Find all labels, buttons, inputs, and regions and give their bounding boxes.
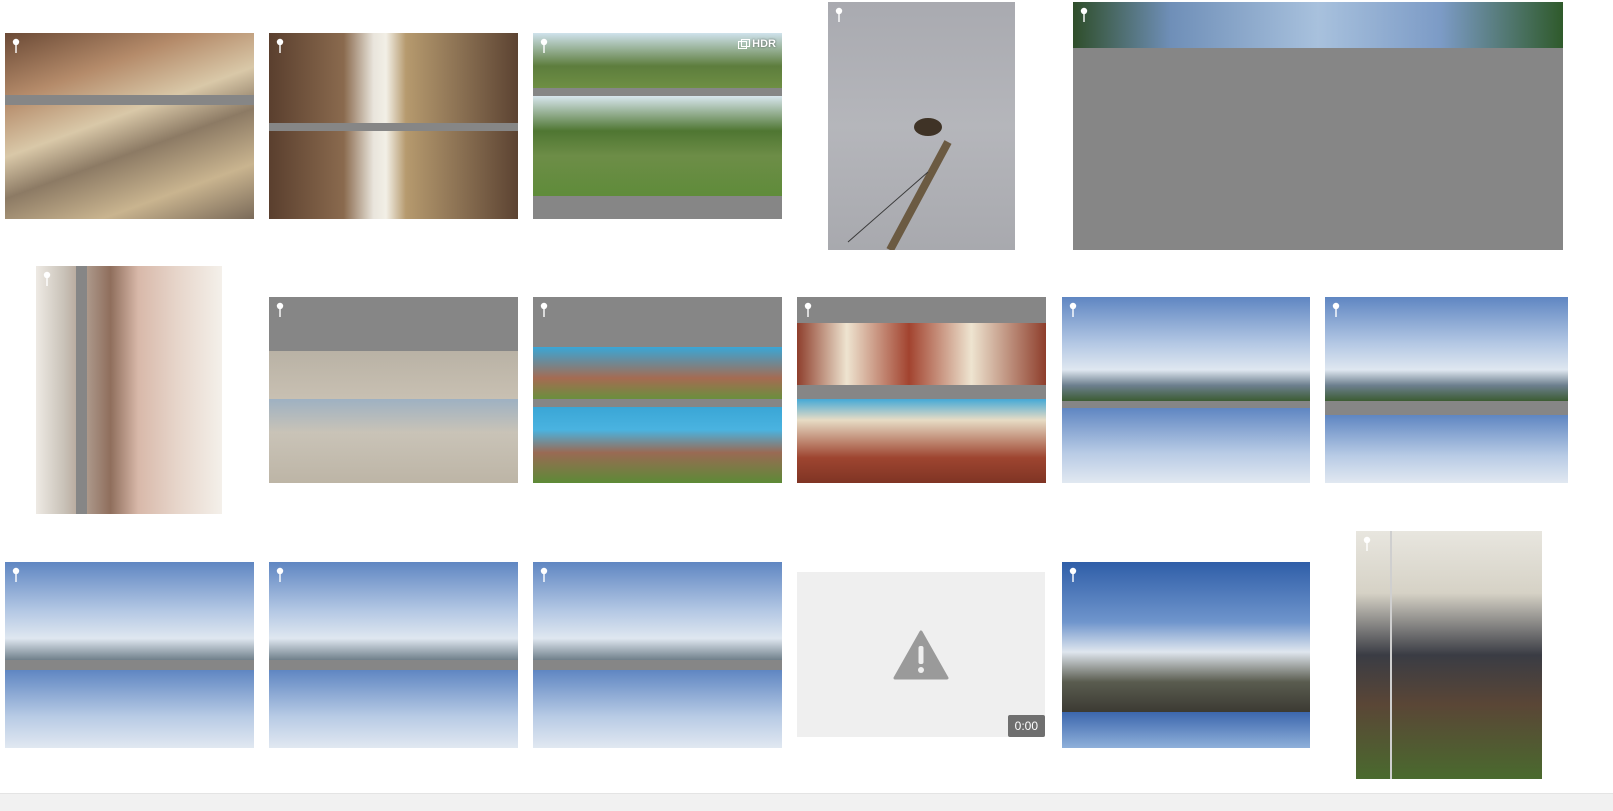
bird-silhouette xyxy=(847,118,952,250)
location-pin-icon xyxy=(1332,302,1340,317)
video-duration: 0:00 xyxy=(1007,715,1045,737)
location-pin-icon xyxy=(276,38,284,53)
location-pin-icon xyxy=(12,567,20,582)
warning-icon xyxy=(893,630,949,679)
location-pin-icon xyxy=(1069,302,1077,317)
photo-tile[interactable] xyxy=(1073,2,1563,250)
photo-tile[interactable] xyxy=(1325,297,1568,483)
location-pin-icon xyxy=(540,302,548,317)
location-pin-icon xyxy=(43,271,51,286)
location-pin-icon xyxy=(804,302,812,317)
photo-tile[interactable] xyxy=(1062,297,1310,483)
location-pin-icon xyxy=(540,567,548,582)
location-pin-icon xyxy=(1069,567,1077,582)
location-pin-icon xyxy=(12,38,20,53)
location-pin-icon xyxy=(1080,7,1088,22)
bottom-scroll-edge xyxy=(0,793,1613,811)
photo-tile[interactable] xyxy=(828,2,1015,250)
location-pin-icon xyxy=(276,567,284,582)
photo-tile[interactable] xyxy=(269,297,518,483)
hdr-badge: HDR xyxy=(738,38,776,50)
photo-tile[interactable] xyxy=(533,297,782,483)
photo-tile[interactable] xyxy=(269,562,518,748)
location-pin-icon xyxy=(276,302,284,317)
photo-tile[interactable] xyxy=(797,297,1046,483)
photo-tile[interactable] xyxy=(269,33,518,219)
photo-tile[interactable]: HDR xyxy=(533,33,782,219)
location-pin-icon xyxy=(835,7,843,22)
video-placeholder-tile[interactable]: 0:00 xyxy=(797,572,1045,737)
photo-tile[interactable] xyxy=(36,266,222,514)
photo-tile[interactable] xyxy=(5,562,254,748)
photo-grid: HDR 0:00 xyxy=(0,0,1613,810)
burst-icon xyxy=(738,39,751,49)
location-pin-icon xyxy=(540,38,548,53)
location-pin-icon xyxy=(1363,536,1371,551)
hdr-label: HDR xyxy=(752,38,776,50)
photo-tile[interactable] xyxy=(5,33,254,219)
photo-tile[interactable] xyxy=(1356,531,1542,779)
photo-tile[interactable] xyxy=(533,562,782,748)
photo-tile[interactable] xyxy=(1062,562,1310,748)
